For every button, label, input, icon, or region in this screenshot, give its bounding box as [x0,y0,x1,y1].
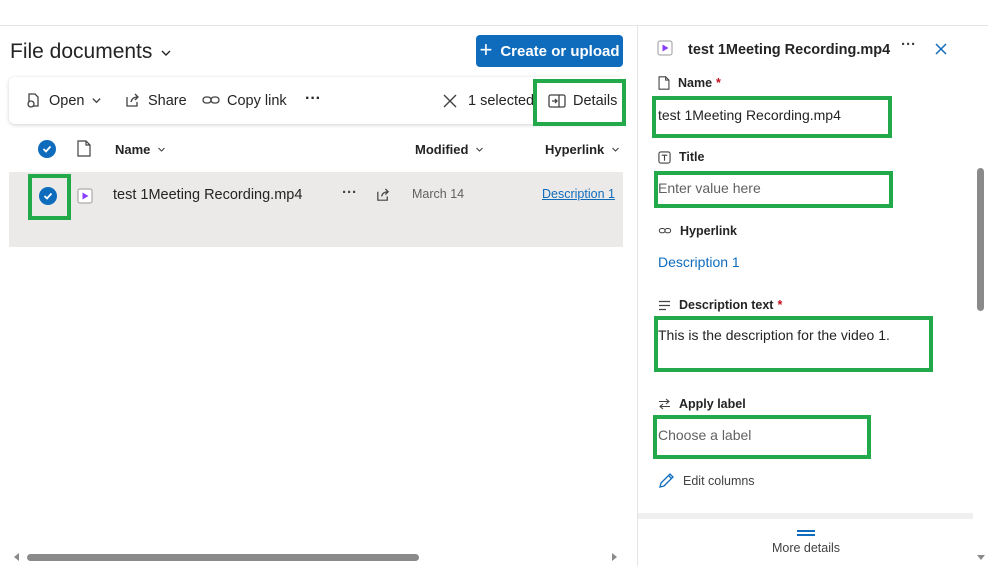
library-title-text: File documents [10,40,153,63]
table-row[interactable]: test 1Meeting Recording.mp4 ··· March 14… [9,172,623,247]
name-column-label: Name [115,142,151,157]
pane-divider [638,513,973,519]
highlight-box-description [654,316,933,372]
apply-label-field-label: Apply label [658,397,746,411]
more-icon: ··· [305,89,321,107]
scroll-down-arrow-icon[interactable] [977,555,985,560]
highlight-box-apply-label [653,415,871,459]
highlight-box-name [652,96,892,138]
share-button[interactable]: Share [124,77,187,124]
chevron-down-icon [92,98,102,104]
required-marker: * [777,298,783,312]
hyperlink-label-text: Hyperlink [680,224,737,238]
text-lines-icon [659,300,670,310]
share-label: Share [148,92,187,109]
scroll-right-arrow-icon[interactable] [612,553,617,561]
select-all-checkbox[interactable] [38,140,56,158]
apply-label-label-text: Apply label [679,397,746,411]
open-icon [27,93,39,108]
chevron-down-icon [476,147,484,152]
hyperlink-column-header[interactable]: Hyperlink [545,142,620,157]
create-upload-label: Create or upload [500,42,620,60]
hyperlink-field-label: Hyperlink [658,224,737,238]
document-icon [658,76,670,90]
edit-columns-button[interactable]: Edit columns [658,472,755,489]
copy-link-label: Copy link [227,92,287,109]
selected-count: 1 selected [468,92,535,109]
link-icon [202,96,220,104]
description-field-label: Description text * [658,298,782,312]
more-details-button[interactable]: More details [738,530,874,555]
file-name-link[interactable]: test 1Meeting Recording.mp4 [113,187,302,203]
checkmark-icon [38,140,56,158]
row-more-button[interactable]: ··· [342,184,357,201]
plus-icon: + [479,37,493,62]
more-details-label: More details [771,541,841,555]
close-icon [443,94,457,107]
modified-column-label: Modified [415,142,469,157]
document-icon [77,140,91,157]
name-field-label: Name * [658,76,721,90]
highlight-box-title [654,171,893,208]
more-commands-button[interactable]: ··· [305,75,321,122]
details-file-title: test 1Meeting Recording.mp4 [688,42,891,58]
scroll-left-arrow-icon[interactable] [14,553,19,561]
modified-date: March 14 [412,187,465,201]
hyperlink-icon [658,228,672,234]
create-upload-button[interactable]: + Create or upload [476,35,623,67]
name-label-text: Name [678,76,713,90]
video-file-icon [77,188,93,204]
chevron-down-icon [158,147,166,152]
chevron-down-icon [612,147,620,152]
share-icon [126,93,139,107]
title-field-icon [658,150,671,164]
required-marker: * [716,76,721,90]
name-column-header[interactable]: Name [115,142,166,157]
library-title[interactable]: File documents [10,40,172,64]
grip-icon [797,530,815,536]
details-more-button[interactable]: ··· [901,36,916,53]
close-icon[interactable] [935,43,947,55]
open-button[interactable]: Open [25,77,102,124]
hyperlink-column-label: Hyperlink [545,142,605,157]
label-swap-icon [659,398,670,410]
video-file-icon [657,40,673,56]
file-type-column[interactable] [77,140,91,157]
copy-link-button[interactable]: Copy link [202,77,287,124]
vertical-scroll-thumb[interactable] [977,168,984,311]
horizontal-scroll-thumb[interactable] [27,554,419,561]
title-field-label: Title [658,150,704,164]
chevron-down-icon [161,50,171,56]
highlight-box-details [533,79,626,126]
hyperlink-cell[interactable]: Description 1 [542,187,615,201]
pencil-icon [659,473,674,488]
hyperlink-field-link[interactable]: Description 1 [658,254,740,270]
highlight-box-row-checkbox [28,174,71,220]
title-label-text: Title [679,150,705,164]
open-label: Open [49,92,85,109]
modified-column-header[interactable]: Modified [415,142,484,157]
description-label-text: Description text [679,298,774,312]
edit-columns-label: Edit columns [683,473,755,488]
share-arrow-icon[interactable] [375,187,391,203]
clear-selection-button[interactable]: 1 selected [443,77,534,124]
